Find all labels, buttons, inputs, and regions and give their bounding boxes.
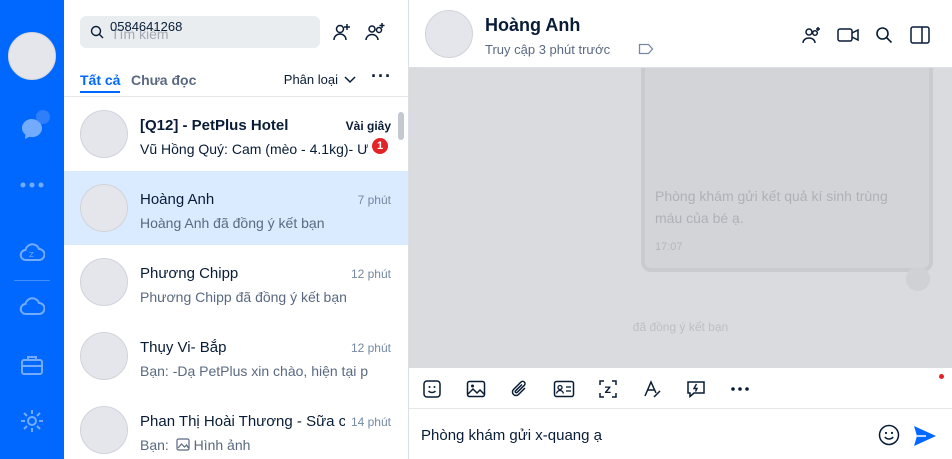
filter-tabs: Tất cả Chưa đọc Phân loại ···	[80, 66, 392, 96]
video-call-icon[interactable]	[837, 24, 859, 46]
avatar	[80, 184, 128, 232]
search-box[interactable]: Tìm kiếm 0584641268	[80, 16, 320, 48]
conversation-name: Thụy Vi- Bắp	[140, 339, 227, 356]
quick-message-icon[interactable]	[685, 378, 707, 400]
message-bubble[interactable]: Phòng khám gửi kết quả kí sinh trùng máu…	[641, 68, 933, 272]
conversation-item[interactable]: Thụy Vi- Bắp 12 phút Bạn: -Dạ PetPlus xi…	[64, 319, 408, 393]
conversation-time: Vài giây	[345, 119, 391, 133]
more-options-icon[interactable]: ···	[371, 66, 392, 87]
cloud-zalo-icon[interactable]: Z	[17, 238, 47, 268]
image-icon[interactable]	[465, 378, 487, 400]
add-to-group-icon[interactable]	[801, 24, 823, 46]
conversation-preview: Bạn: -Dạ PetPlus xin chào, hiện tại phòn	[140, 363, 368, 379]
system-notice: đã đồng ý kết bạn	[632, 320, 729, 334]
create-group-icon[interactable]	[364, 20, 388, 44]
classify-dropdown[interactable]: Phân loại	[284, 72, 356, 87]
search-input[interactable]: 0584641268	[110, 19, 182, 34]
rail-divider	[14, 280, 50, 281]
cloud-icon[interactable]	[17, 292, 47, 322]
briefcase-icon[interactable]	[17, 350, 47, 380]
conversation-time: 14 phút	[350, 415, 391, 429]
conversation-item[interactable]: [Q12] - PetPlus Hotel Vài giây Vũ Hồng Q…	[64, 97, 408, 171]
conversation-time: 7 phút	[357, 193, 391, 207]
conversation-item[interactable]: Phan Thị Hoài Thương - Sữa chua 14 phút …	[64, 393, 408, 459]
conversation-item[interactable]: Hoàng Anh 7 phút Hoàng Anh đã đồng ý kết…	[64, 171, 408, 245]
svg-text:Z: Z	[605, 386, 612, 396]
message-composer[interactable]: Phòng khám gửi x-quang ạ	[409, 409, 952, 459]
avatar	[80, 258, 128, 306]
conversation-list-panel: Tìm kiếm 0584641268 Tất cả Chưa đọc Phân…	[64, 0, 409, 459]
avatar	[80, 406, 128, 454]
svg-text:Z: Z	[29, 251, 34, 259]
message-area[interactable]: Phòng khám gửi kết quả kí sinh trùng máu…	[409, 68, 952, 368]
conversation-item[interactable]: Phương Chipp 12 phút Phương Chipp đã đồn…	[64, 245, 408, 319]
search-icon	[90, 25, 104, 39]
composer-toolbar: Z	[409, 368, 952, 409]
reaction-button[interactable]	[906, 267, 930, 291]
search-icon[interactable]	[873, 24, 895, 46]
preview-media-label: Hình ảnh	[193, 437, 251, 453]
conversation-name: Hoàng Anh	[140, 191, 215, 208]
image-icon	[176, 438, 190, 451]
avatar	[80, 110, 128, 158]
conversation-preview: Hoàng Anh đã đồng ý kết bạn	[140, 215, 325, 231]
tag-icon[interactable]	[638, 43, 654, 55]
screenshot-icon[interactable]: Z	[597, 378, 619, 400]
message-input[interactable]: Phòng khám gửi x-quang ạ	[421, 427, 602, 444]
sidebar-toggle-icon[interactable]	[909, 24, 931, 46]
avatar	[80, 332, 128, 380]
list-scrollbar[interactable]	[398, 112, 404, 140]
chat-header: Hoàng Anh Truy cập 3 phút trước	[409, 0, 952, 68]
contact-status: Truy cập 3 phút trước	[485, 42, 611, 57]
user-avatar[interactable]	[8, 32, 56, 80]
message-time: 17:07	[655, 241, 683, 253]
notification-dot	[939, 374, 944, 379]
classify-label: Phân loại	[283, 72, 338, 87]
chat-panel: Hoàng Anh Truy cập 3 phút trước Phòng kh…	[409, 0, 952, 459]
conversation-time: 12 phút	[350, 267, 391, 281]
chevron-down-icon	[344, 75, 356, 83]
tab-all[interactable]: Tất cả	[80, 72, 121, 93]
attachment-icon[interactable]	[509, 378, 531, 400]
more-icon[interactable]	[17, 170, 47, 200]
contact-card-icon[interactable]	[553, 378, 575, 400]
text-format-icon[interactable]	[641, 378, 663, 400]
message-text: Phòng khám gửi kết quả kí sinh trùng máu…	[655, 188, 888, 226]
contact-avatar[interactable]	[425, 10, 473, 58]
add-friend-icon[interactable]	[330, 20, 354, 44]
preview-sender: Bạn:	[140, 437, 169, 453]
conversation-time: 12 phút	[350, 341, 391, 355]
conversation-name: Phương Chipp	[140, 265, 239, 282]
send-icon[interactable]	[913, 425, 937, 447]
conversation-preview: Phương Chipp đã đồng ý kết bạn	[140, 289, 347, 305]
conversation-preview: Vũ Hồng Quý: Cam (mèo - 4.1kg)- Ưu	[140, 141, 368, 157]
contact-name[interactable]: Hoàng Anh	[485, 15, 580, 36]
nav-rail: Z	[0, 0, 64, 459]
tab-unread[interactable]: Chưa đọc	[131, 72, 196, 88]
sticker-icon[interactable]	[421, 378, 443, 400]
settings-icon[interactable]	[17, 406, 47, 436]
conversation-name: [Q12] - PetPlus Hotel	[140, 117, 289, 134]
unread-badge: 1	[372, 138, 388, 154]
conversation-preview: Bạn: Hình ảnh	[140, 437, 368, 453]
conversation-name: Phan Thị Hoài Thương - Sữa chua	[140, 413, 345, 430]
emoji-icon[interactable]	[878, 424, 900, 446]
more-tools-icon[interactable]	[729, 378, 751, 400]
messages-badge	[36, 110, 50, 124]
